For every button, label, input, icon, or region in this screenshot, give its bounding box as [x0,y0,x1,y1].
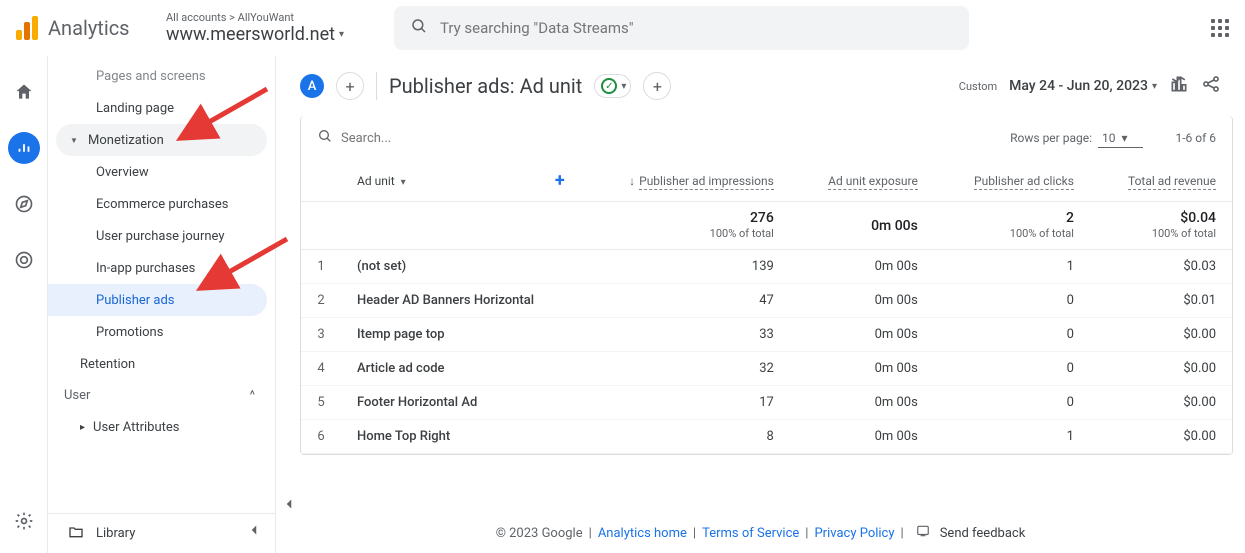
audience-avatar[interactable]: A [300,74,324,98]
toolbar-right: Custom May 24 - Jun 20, 2023 ▾ [959,74,1221,98]
rail-admin[interactable] [8,505,40,537]
sort-down-icon: ↓ [629,174,635,188]
table-row[interactable]: 4Article ad code320m 00s0$0.00 [301,352,1232,386]
rpp-label: Rows per page: [1010,131,1092,145]
rows-per-page: Rows per page: 10 ▾ [1010,129,1143,148]
col-adunit[interactable]: Ad unit ▾ [341,160,539,202]
table-row[interactable]: 5Footer Horizontal Ad170m 00s0$0.00 [301,386,1232,420]
nav-overview[interactable]: Overview [48,156,267,188]
table-row[interactable]: 1(not set)1390m 00s1$0.03 [301,250,1232,284]
folder-icon [68,524,84,544]
col-index [301,160,341,202]
feedback-icon [916,524,930,542]
nav-user-label: User [64,388,90,403]
add-dimension-button[interactable]: + [539,160,581,202]
nav-user-attributes[interactable]: User Attributes [48,411,275,443]
report-toolbar: A + Publisher ads: Ad unit ✓ ▾ + Custom … [276,56,1245,116]
search-box[interactable] [394,6,969,50]
table-row[interactable]: 2Header AD Banners Horizontal470m 00s0$0… [301,284,1232,318]
col-clicks[interactable]: Publisher ad clicks [934,160,1090,202]
chevron-up-icon: ^ [250,388,255,403]
apps-icon[interactable] [1211,19,1229,37]
report-content: Rows per page: 10 ▾ 1-6 of 6 Ad unit ▾ + [276,116,1245,553]
data-card: Rows per page: 10 ▾ 1-6 of 6 Ad unit ▾ + [300,116,1233,455]
header-actions [1211,19,1229,37]
analytics-logo-icon [16,16,40,40]
side-nav: Pages and screens Landing page Monetizat… [48,56,276,553]
data-table: Ad unit ▾ + ↓Publisher ad impressions Ad… [301,160,1232,454]
page-title: Publisher ads: Ad unit [389,74,582,98]
table-filter-row: Rows per page: 10 ▾ 1-6 of 6 [301,116,1232,160]
col-exposure[interactable]: Ad unit exposure [790,160,934,202]
breadcrumb: All accounts > AllYouWant [166,11,386,24]
nav-rail [0,56,48,553]
logo[interactable]: Analytics [16,16,156,40]
account-selector[interactable]: All accounts > AllYouWant www.meersworld… [166,11,386,45]
status-pill[interactable]: ✓ ▾ [594,74,631,98]
table-row[interactable]: 3Itemp page top330m 00s0$0.00 [301,318,1232,352]
col-revenue[interactable]: Total ad revenue [1090,160,1232,202]
custom-label: Custom [959,80,997,93]
property-text: www.meersworld.net [166,24,335,45]
nav-user-section[interactable]: User ^ [48,380,275,411]
nav-monetization[interactable]: Monetization [56,124,267,156]
link-analytics-home[interactable]: Analytics home [598,526,687,541]
nav-promotions[interactable]: Promotions [48,316,267,348]
table-search-input[interactable] [341,131,1002,146]
col-impressions[interactable]: ↓Publisher ad impressions [581,160,790,202]
property-name: www.meersworld.net ▾ [166,24,386,45]
date-range-text: May 24 - Jun 20, 2023 [1009,78,1148,94]
rpp-select[interactable]: 10 ▾ [1098,129,1143,148]
chevron-down-icon: ▾ [621,81,626,92]
insights-icon[interactable] [1169,74,1189,98]
nav-ecommerce[interactable]: Ecommerce purchases [48,188,267,220]
link-tos[interactable]: Terms of Service [702,526,799,541]
check-icon: ✓ [601,78,617,94]
nav-library[interactable]: Library [48,513,275,553]
rail-home[interactable] [8,76,40,108]
main-content: A + Publisher ads: Ad unit ✓ ▾ + Custom … [276,56,1245,553]
nav-landing-page[interactable]: Landing page [48,92,267,124]
chevron-down-icon: ▾ [339,29,344,40]
nav-retention[interactable]: Retention [48,348,267,380]
divider [376,72,377,100]
add-segment-button[interactable]: + [336,72,364,100]
chevron-down-icon: ▾ [1152,81,1157,92]
library-label: Library [96,526,135,541]
search-icon [317,128,333,148]
nav-publisher-ads[interactable]: Publisher ads [48,284,267,316]
collapse-nav-button[interactable] [245,521,263,543]
chevron-down-icon: ▾ [401,177,406,188]
rail-reports[interactable] [8,132,40,164]
app-header: Analytics All accounts > AllYouWant www.… [0,0,1245,56]
add-comparison-button[interactable]: + [643,72,671,100]
copyright: © 2023 Google [496,526,583,541]
table-row[interactable]: 6Home Top Right80m 00s1$0.00 [301,420,1232,454]
footer: © 2023 Google | Analytics home | Terms o… [276,513,1245,553]
send-feedback-link[interactable]: Send feedback [940,526,1026,541]
rail-explore[interactable] [8,188,40,220]
nav-pages-screens[interactable]: Pages and screens [48,60,267,92]
share-icon[interactable] [1201,74,1221,98]
search-input[interactable] [440,19,953,37]
link-privacy[interactable]: Privacy Policy [814,526,894,541]
search-icon [410,17,428,39]
logo-text: Analytics [48,16,130,40]
nav-user-journey[interactable]: User purchase journey [48,220,267,252]
pager-text: 1-6 of 6 [1175,131,1216,145]
rail-advertising[interactable] [8,244,40,276]
nav-inapp[interactable]: In-app purchases [48,252,267,284]
totals-row: 276100% of total 0m 00s 2100% of total $… [301,202,1232,250]
date-range-picker[interactable]: May 24 - Jun 20, 2023 ▾ [1009,78,1157,94]
